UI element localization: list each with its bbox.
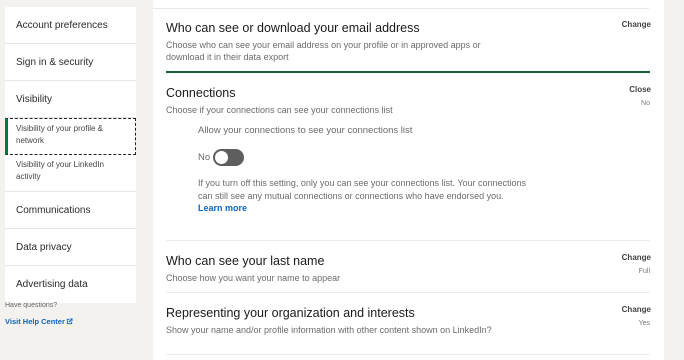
close-button[interactable]: Close: [629, 85, 651, 94]
sidebar-item-account-preferences[interactable]: Account preferences: [5, 7, 136, 44]
help-center-label: Visit Help Center: [5, 317, 65, 326]
active-setting-divider: [166, 71, 650, 73]
setting-title: Representing your organization and inter…: [166, 306, 415, 320]
sidebar-item-communications[interactable]: Communications: [5, 192, 136, 229]
setting-representing-organization[interactable]: Representing your organization and inter…: [166, 305, 651, 336]
setting-status: Yes: [638, 320, 650, 327]
sidebar-subitem-profile-network[interactable]: Visibility of your profile & network: [5, 118, 136, 155]
help-prompt: Have questions?: [5, 302, 58, 309]
setting-connections: Connections Choose if your connections c…: [166, 85, 651, 116]
divider: [153, 8, 649, 9]
setting-status: Full: [638, 268, 650, 275]
sidebar-subitem-linkedin-activity[interactable]: Visibility of your LinkedIn activity: [5, 155, 136, 192]
sidebar-item-visibility[interactable]: Visibility: [5, 81, 136, 118]
setting-email-visibility[interactable]: Who can see or download your email addre…: [166, 20, 651, 63]
connections-panel: Allow your connections to see your conne…: [198, 125, 528, 215]
sidebar-item-advertising-data[interactable]: Advertising data: [5, 266, 136, 303]
setting-description: Show your name and/or profile informatio…: [166, 325, 492, 335]
divider: [166, 292, 650, 293]
toggle-note-text: If you turn off this setting, only you c…: [198, 178, 527, 201]
settings-panel: Who can see or download your email addre…: [153, 0, 664, 360]
setting-title: Who can see or download your email addre…: [166, 21, 420, 35]
setting-status: No: [641, 100, 650, 107]
toggle-state-text: No: [198, 152, 211, 163]
setting-title: Who can see your last name: [166, 254, 325, 268]
divider: [166, 240, 650, 241]
divider: [166, 354, 650, 355]
help-center-link[interactable]: Visit Help Center: [5, 317, 73, 326]
setting-description: Choose how you want your name to appear: [166, 273, 341, 283]
change-button[interactable]: Change: [622, 20, 651, 29]
sidebar-item-data-privacy[interactable]: Data privacy: [5, 229, 136, 266]
connections-visibility-toggle[interactable]: [213, 149, 245, 166]
external-link-icon: [66, 318, 73, 325]
toggle-row: No: [198, 149, 528, 166]
settings-sidebar: Account preferences Sign in & security V…: [5, 7, 136, 303]
learn-more-link[interactable]: Learn more: [198, 203, 247, 213]
setting-description: Choose if your connections can see your …: [166, 105, 393, 115]
toggle-label: Allow your connections to see your conne…: [198, 125, 413, 136]
toggle-knob: [215, 151, 229, 164]
toggle-note: If you turn off this setting, only you c…: [198, 177, 528, 215]
setting-title: Connections: [166, 86, 236, 100]
setting-last-name[interactable]: Who can see your last name Choose how yo…: [166, 253, 651, 284]
sidebar-item-sign-in-security[interactable]: Sign in & security: [5, 44, 136, 81]
change-button[interactable]: Change: [622, 305, 651, 314]
change-button[interactable]: Change: [622, 253, 651, 262]
setting-description: Choose who can see your email address on…: [166, 40, 481, 62]
